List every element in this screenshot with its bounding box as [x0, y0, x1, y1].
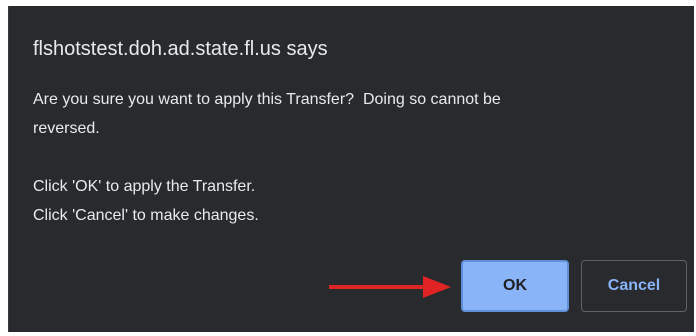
alert-dialog: flshotstest.doh.ad.state.fl.us says Are … [8, 6, 694, 332]
right-arrow-icon [329, 276, 451, 298]
cancel-button[interactable]: Cancel [581, 260, 687, 312]
message-line: reversed. [33, 120, 100, 137]
dialog-message: Are you sure you want to apply this Tran… [33, 85, 653, 230]
message-line: Are you sure you want to apply this Tran… [33, 91, 501, 108]
message-line: Click 'Cancel' to make changes. [33, 207, 259, 224]
ok-button[interactable]: OK [461, 260, 569, 312]
message-line: Click 'OK' to apply the Transfer. [33, 178, 256, 195]
dialog-origin-title: flshotstest.doh.ad.state.fl.us says [33, 38, 328, 60]
message-spacer [33, 143, 653, 172]
